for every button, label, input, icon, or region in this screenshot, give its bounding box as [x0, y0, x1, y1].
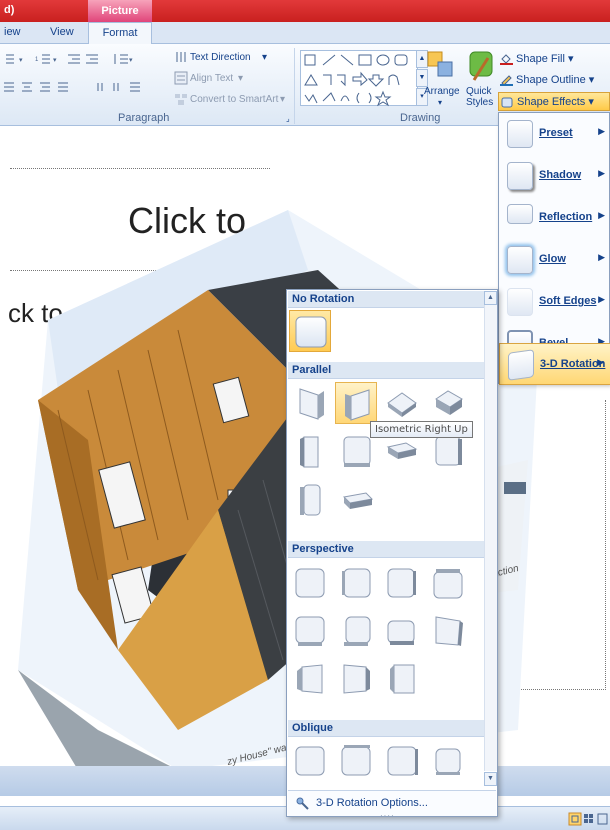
tab-format[interactable]: Format: [88, 22, 152, 45]
submenu-arrow-icon: ▶: [598, 294, 605, 304]
text-direction-icon: [174, 50, 188, 64]
preset-isometric-top-up[interactable]: [381, 382, 423, 424]
shape-effects-icon: [501, 97, 513, 108]
text-direction-button[interactable]: Text Direction: [190, 52, 251, 63]
preset-isometric-off-axis-1[interactable]: [289, 430, 331, 472]
shape-effects-button[interactable]: Shape Effects ▾: [498, 92, 610, 111]
resize-grip-icon[interactable]: ····: [380, 811, 395, 820]
convert-to-smartart-button[interactable]: Convert to SmartArt: [190, 94, 278, 105]
preset-oblique-bottom-left[interactable]: [381, 740, 423, 782]
preset-perspective-front[interactable]: [289, 562, 331, 604]
quick-styles-icon: [469, 51, 493, 81]
preset-oblique-top-right[interactable]: [335, 740, 377, 782]
tooltip: Isometric Right Up: [370, 421, 473, 438]
preset-perspective-above[interactable]: [289, 610, 331, 652]
menu-item-glow[interactable]: Glow ▶: [499, 239, 610, 281]
menu-item-soft-edges[interactable]: Soft Edges ▶: [499, 281, 610, 323]
section-parallel: Parallel: [288, 362, 484, 379]
section-oblique: Oblique: [288, 720, 484, 737]
bullets-button[interactable]: ▾: [2, 52, 32, 66]
svg-text:1: 1: [35, 57, 39, 63]
gallery-scroll-down[interactable]: ▼: [484, 772, 497, 786]
picture-tools-context-tab: Picture Tools: [88, 0, 152, 39]
smartart-icon: [174, 92, 188, 106]
gallery-scroll-up[interactable]: ▲: [484, 291, 497, 305]
rotation-options-icon: [296, 797, 309, 810]
glow-thumbnail: [507, 246, 533, 274]
preset-oblique-bottom-right[interactable]: [427, 740, 469, 782]
submenu-arrow-icon: ▶: [597, 357, 604, 367]
text-direction-controls[interactable]: [94, 80, 144, 94]
preset-isometric-left-down[interactable]: [289, 382, 331, 424]
shape-effects-menu: Preset ▶ Shadow ▶ Reflection ▶ Glow ▶ Soft E…: [498, 112, 610, 385]
preset-isometric-top-down[interactable]: [427, 382, 469, 424]
preset-perspective-heroic-right[interactable]: [335, 658, 377, 700]
section-no-rotation: No Rotation: [288, 291, 484, 308]
group-divider: [294, 48, 295, 124]
shapes-gallery[interactable]: [300, 50, 418, 107]
menu-item-reflection[interactable]: Reflection ▶: [499, 197, 610, 239]
3d-rotation-thumbnail: [508, 349, 534, 381]
3d-rotation-options-item[interactable]: 3-D Rotation Options... ····: [288, 790, 496, 820]
dialog-launcher-icon[interactable]: ⌟: [286, 114, 290, 123]
soft-edges-thumbnail: [507, 288, 533, 316]
submenu-arrow-icon: ▶: [598, 126, 605, 136]
preset-perspective-above-right[interactable]: [381, 610, 423, 652]
submenu-arrow-icon: ▶: [598, 168, 605, 178]
menu-item-preset[interactable]: Preset ▶: [499, 113, 610, 155]
section-perspective: Perspective: [288, 541, 484, 558]
numbering-button[interactable]: 1 ▾: [34, 52, 62, 66]
3d-rotation-gallery: No Rotation Parallel Perspective Oblique…: [286, 289, 498, 820]
shadow-thumbnail: [507, 162, 533, 190]
indent-buttons[interactable]: [66, 52, 106, 66]
svg-text:▾: ▾: [19, 57, 23, 64]
dropdown-arrow-icon: ▾: [262, 52, 268, 63]
view-buttons-icon: [568, 812, 608, 826]
align-text-button[interactable]: Align Text: [190, 73, 233, 84]
preset-perspective-right[interactable]: [381, 562, 423, 604]
preset-perspective-below[interactable]: [427, 562, 469, 604]
paint-bucket-icon: [500, 54, 513, 65]
svg-text:▾: ▾: [129, 57, 133, 64]
shape-outline-button[interactable]: Shape Outline ▾: [498, 71, 610, 90]
align-buttons[interactable]: [2, 80, 82, 94]
preset-perspective-relaxed[interactable]: [381, 658, 423, 700]
dropdown-arrow-icon: ▾: [280, 94, 286, 105]
preset-thumbnail: [507, 120, 533, 148]
align-text-icon: [174, 71, 188, 85]
line-spacing-button[interactable]: ▾: [112, 52, 136, 66]
preset-perspective-left[interactable]: [335, 562, 377, 604]
submenu-arrow-icon: ▶: [598, 252, 605, 262]
arrange-icon: [427, 51, 453, 77]
reflection-thumbnail: [507, 204, 533, 224]
pencil-icon: [500, 75, 513, 86]
preset-off-axis-bottom[interactable]: [335, 478, 377, 520]
preset-perspective-contrasting-left[interactable]: [427, 610, 469, 652]
tab-view[interactable]: View: [50, 26, 74, 38]
document-title: d): [4, 4, 15, 16]
title-placeholder-border: [10, 168, 270, 169]
dropdown-arrow-icon: ▾: [238, 73, 244, 84]
preset-no-rotation[interactable]: [289, 310, 331, 352]
submenu-arrow-icon: ▶: [598, 210, 605, 220]
preset-isometric-right-up[interactable]: [335, 382, 377, 424]
preset-perspective-heroic-left[interactable]: [289, 658, 331, 700]
quick-styles-button[interactable]: Quick Styles: [462, 50, 496, 110]
paragraph-group-label: Paragraph: [118, 112, 170, 124]
svg-text:▾: ▾: [53, 57, 57, 64]
menu-item-3d-rotation[interactable]: 3-D Rotation ▶: [499, 343, 610, 385]
preset-oblique-top-left[interactable]: [289, 740, 331, 782]
shape-fill-button[interactable]: Shape Fill ▾: [498, 50, 610, 69]
preset-off-axis-left[interactable]: [289, 478, 331, 520]
tab-view-partial[interactable]: iew: [4, 26, 21, 38]
drawing-group-label: Drawing: [400, 112, 441, 124]
gallery-scrollbar[interactable]: [484, 305, 497, 771]
arrange-button[interactable]: Arrange ▾: [422, 50, 462, 110]
preset-perspective-above-left[interactable]: [335, 610, 377, 652]
menu-item-shadow[interactable]: Shadow ▶: [499, 155, 610, 197]
